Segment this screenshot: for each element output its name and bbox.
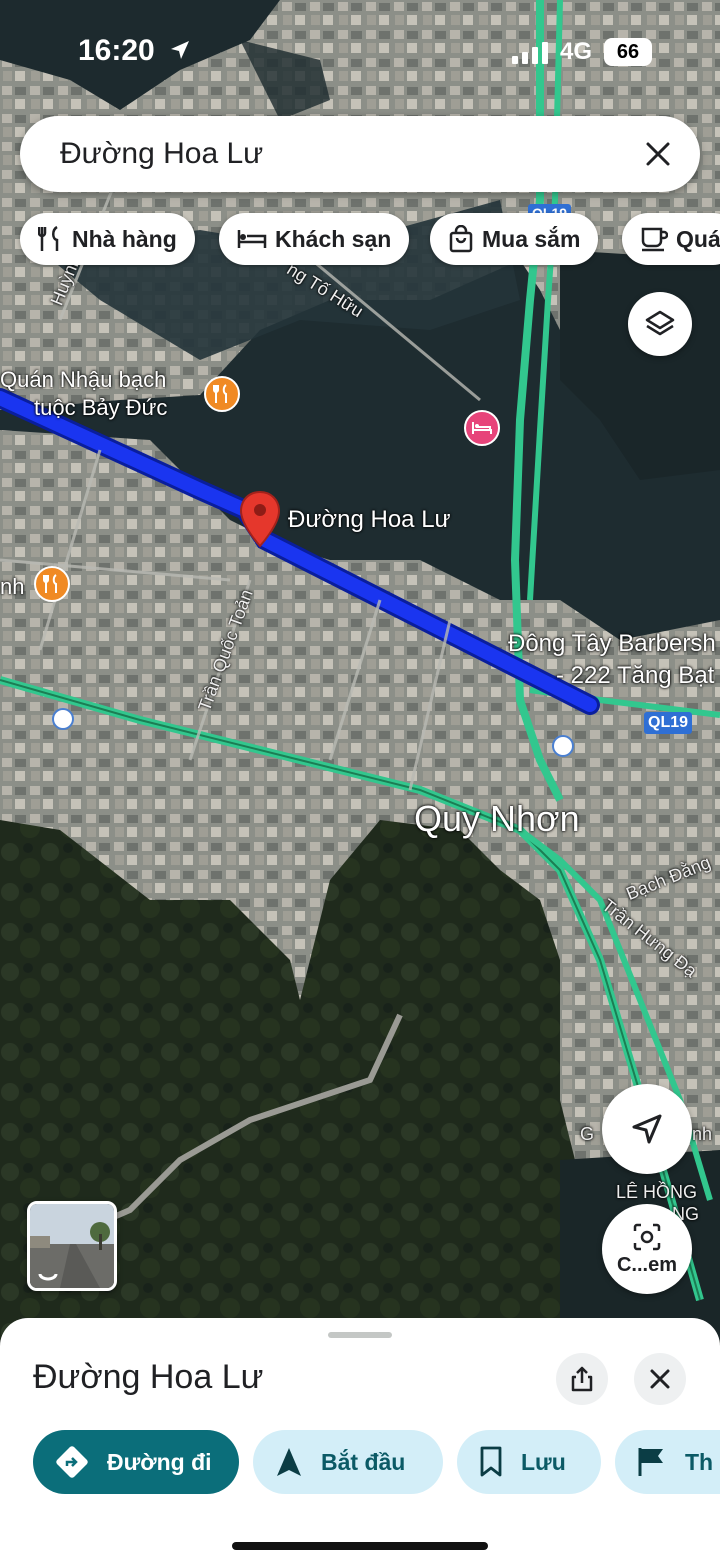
start-button[interactable]: Bắt đầu bbox=[253, 1430, 443, 1494]
hotel-poi-icon[interactable] bbox=[464, 410, 500, 446]
bed-icon bbox=[237, 230, 267, 248]
status-bar: 16:20 4G 66 bbox=[0, 0, 720, 100]
more-button[interactable]: Th bbox=[615, 1430, 720, 1494]
place-title: Đường Hoa Lư bbox=[33, 1358, 264, 1396]
home-indicator[interactable] bbox=[232, 1542, 488, 1550]
layers-button[interactable] bbox=[628, 292, 692, 356]
lens-label: C...em bbox=[616, 1253, 678, 1276]
road-shield-ql19: QL19 bbox=[644, 712, 693, 734]
clock: 16:20 bbox=[78, 34, 155, 67]
navigation-start-icon bbox=[277, 1448, 301, 1476]
battery-indicator: 66 bbox=[604, 38, 652, 66]
poi-label-restaurant-2: nh bbox=[0, 574, 25, 599]
poi-label-restaurant-1: Quán Nhậu bạch tuộc Bảy Đức bbox=[0, 367, 168, 420]
chip-restaurants[interactable]: Nhà hàng bbox=[20, 213, 195, 265]
city-label: Quy Nhơn bbox=[414, 798, 580, 839]
chip-cafes[interactable]: Quá bbox=[622, 213, 720, 265]
bookmark-icon bbox=[480, 1446, 502, 1477]
restaurant-poi-icon-2[interactable] bbox=[34, 566, 70, 602]
search-bar[interactable]: Đường Hoa Lư bbox=[20, 116, 700, 192]
more-label: Th bbox=[685, 1448, 714, 1475]
chip-label: Khách sạn bbox=[275, 225, 392, 252]
lens-button[interactable]: C...em bbox=[602, 1204, 692, 1294]
coffee-cup-icon bbox=[641, 227, 668, 252]
camera-lens-icon bbox=[633, 1223, 661, 1250]
street-view-thumbnail[interactable] bbox=[27, 1201, 117, 1291]
cellular-signal-icon bbox=[512, 42, 548, 64]
close-icon bbox=[650, 1369, 670, 1389]
street-label-nh: nh bbox=[692, 1124, 713, 1144]
navigation-arrow-icon bbox=[632, 1114, 662, 1144]
bus-stop-icon[interactable] bbox=[52, 708, 74, 730]
my-location-button[interactable] bbox=[602, 1084, 692, 1174]
directions-label: Đường đi bbox=[107, 1448, 212, 1475]
location-services-icon bbox=[171, 41, 189, 59]
directions-icon bbox=[56, 1446, 88, 1478]
chip-label: Quá bbox=[676, 225, 720, 252]
save-label: Lưu bbox=[521, 1448, 566, 1475]
pin-label: Đường Hoa Lư bbox=[288, 506, 451, 533]
shopping-bag-icon bbox=[449, 225, 473, 253]
chip-label: Mua sắm bbox=[482, 225, 581, 252]
flag-icon bbox=[638, 1448, 663, 1476]
share-icon bbox=[571, 1366, 593, 1392]
category-chips: Nhà hàng Khách sạn Mua sắm Quá bbox=[20, 213, 720, 265]
chip-hotels[interactable]: Khách sạn bbox=[219, 213, 410, 265]
chip-label: Nhà hàng bbox=[72, 225, 177, 252]
close-icon[interactable] bbox=[642, 138, 674, 170]
restaurant-poi-icon[interactable] bbox=[204, 376, 240, 412]
place-bottom-sheet[interactable]: Đường Hoa Lư Đường đi Bắt đầu Lưu Th bbox=[0, 1318, 720, 1564]
street-label-ga: G bbox=[580, 1124, 595, 1144]
street-label-le-hong: LÊ HỒNG bbox=[616, 1182, 698, 1202]
network-type: 4G bbox=[560, 38, 593, 65]
poi-label-barber: Đông Tây Barbersh - 222 Tăng Bạt bbox=[508, 630, 716, 689]
save-button[interactable]: Lưu bbox=[457, 1430, 601, 1494]
chip-shopping[interactable]: Mua sắm bbox=[430, 213, 599, 265]
layers-icon bbox=[645, 310, 675, 336]
start-label: Bắt đầu bbox=[321, 1448, 406, 1475]
sheet-grabber[interactable] bbox=[328, 1332, 392, 1338]
share-button[interactable] bbox=[556, 1353, 608, 1405]
directions-button[interactable]: Đường đi bbox=[33, 1430, 239, 1494]
close-sheet-button[interactable] bbox=[634, 1353, 686, 1405]
location-pin-icon[interactable] bbox=[238, 490, 282, 553]
fork-knife-icon bbox=[38, 225, 59, 251]
bus-stop-icon-2[interactable] bbox=[552, 735, 574, 757]
street-view-image bbox=[30, 1204, 114, 1288]
search-input[interactable]: Đường Hoa Lư bbox=[60, 137, 263, 171]
